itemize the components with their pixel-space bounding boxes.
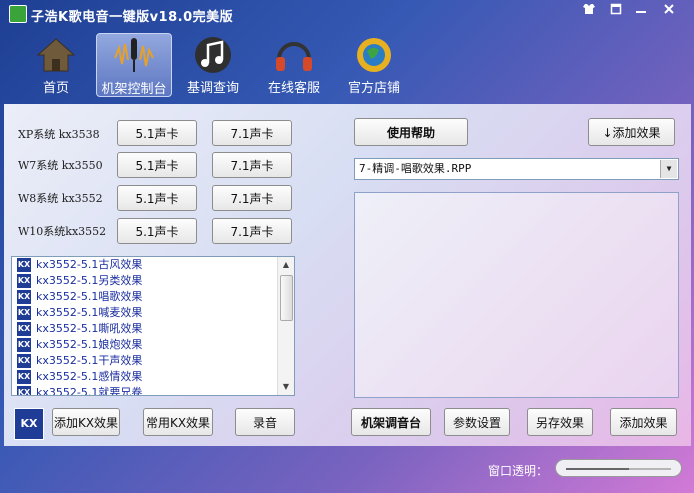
list-item[interactable]: KX kx3552-5.1干声效果 [12,353,294,369]
nav-rack-console-label: 机架控制台 [101,82,167,97]
kx-logo: KX [14,408,44,440]
opacity-slider[interactable] [555,459,682,477]
list-item[interactable]: KX kx3552-5.1另类效果 [12,273,294,289]
add-effect-bottom-button[interactable]: 添加效果 [610,408,677,436]
app-icon [9,5,27,23]
kx-file-icon: KX [17,322,31,336]
nav-online-support[interactable]: 在线客服 [257,33,331,96]
effect-detail-area [354,192,679,398]
system-label-w10: W10系统kx3552 [18,225,107,238]
home-icon [36,38,76,72]
preset-select[interactable]: 7-精调-唱歌效果.RPP ▼ [354,158,679,180]
kx-file-icon: KX [17,306,31,320]
save-as-effect-button[interactable]: 另存效果 [527,408,593,436]
record-button[interactable]: 录音 [235,408,295,436]
kx-file-icon: KX [17,258,31,272]
nav-rack-console[interactable]: 机架控制台 [96,33,172,97]
xp-71-button[interactable]: 7.1声卡 [212,120,292,146]
kx-file-icon: KX [17,354,31,368]
w7-51-button[interactable]: 5.1声卡 [117,152,197,178]
kx-file-icon: KX [17,290,31,304]
nav-home[interactable]: 首页 [19,33,93,96]
w10-51-button[interactable]: 5.1声卡 [117,218,197,244]
list-item[interactable]: KX kx3552-5.1唱歌效果 [12,289,294,305]
headset-icon [276,42,312,71]
list-item[interactable]: KX kx3552-5.1古风效果 [12,257,294,273]
nav-official-store-label: 官方店铺 [347,81,400,96]
slider-fill [566,468,629,470]
nav-key-query[interactable]: 基调查询 [176,33,250,96]
effects-listbox[interactable]: KX kx3552-5.1古风效果 KX kx3552-5.1另类效果 KX kx35… [11,256,295,396]
rack-console-icon [114,38,154,72]
list-scrollbar[interactable]: ▲ ▼ [277,257,294,395]
minimize-icon[interactable] [632,3,650,19]
skin-icon[interactable] [580,3,598,19]
w8-51-button[interactable]: 5.1声卡 [117,185,197,211]
list-item[interactable]: KX kx3552-5.1喊麦效果 [12,305,294,321]
scroll-down-icon[interactable]: ▼ [278,379,294,395]
list-item[interactable]: KX kx3552-5.1娘炮效果 [12,337,294,353]
w7-71-button[interactable]: 7.1声卡 [212,152,292,178]
scroll-thumb[interactable] [280,275,293,321]
store-globe-icon [357,38,391,72]
system-label-w8: W8系统 kx3552 [18,192,103,205]
nav-key-query-label: 基调查询 [186,81,239,96]
window-title: 子浩K歌电音一键版v18.0完美版 [31,10,234,25]
xp-51-button[interactable]: 5.1声卡 [117,120,197,146]
main-window: 子浩K歌电音一键版v18.0完美版 首页 机架控制台 基调查询 在线客服 官方店… [0,0,694,493]
opacity-label: 窗口透明： [488,464,549,478]
scroll-up-icon[interactable]: ▲ [278,257,294,273]
music-note-icon [195,37,231,73]
w10-71-button[interactable]: 7.1声卡 [212,218,292,244]
list-item[interactable]: KX kx3552-5.1就要兄卷 [12,385,294,395]
help-button[interactable]: 使用帮助 [354,118,468,146]
nav-official-store[interactable]: 官方店铺 [337,33,411,96]
system-label-xp: XP系统 kx3538 [18,128,100,141]
rack-console-button[interactable]: 机架调音台 [351,408,431,436]
w8-71-button[interactable]: 7.1声卡 [212,185,292,211]
list-item[interactable]: KX kx3552-5.1嘶吼效果 [12,321,294,337]
chevron-down-icon[interactable]: ▼ [660,160,677,178]
list-item[interactable]: KX kx3552-5.1感情效果 [12,369,294,385]
preset-select-value: 7-精调-唱歌效果.RPP [359,162,472,175]
add-kx-effect-button[interactable]: 添加KX效果 [52,408,120,436]
kx-file-icon: KX [17,370,31,384]
close-icon[interactable] [660,3,678,19]
param-settings-button[interactable]: 参数设置 [444,408,510,436]
common-kx-effect-button[interactable]: 常用KX效果 [143,408,213,436]
system-label-w7: W7系统 kx3550 [18,159,103,172]
kx-file-icon: KX [17,386,31,395]
kx-file-icon: KX [17,274,31,288]
nav-online-support-label: 在线客服 [267,81,320,96]
nav-home-label: 首页 [42,81,69,96]
restore-icon[interactable] [607,3,625,19]
add-effect-top-button[interactable]: ↓添加效果 [588,118,675,146]
title-bar[interactable]: 子浩K歌电音一键版v18.0完美版 [0,0,694,28]
kx-file-icon: KX [17,338,31,352]
